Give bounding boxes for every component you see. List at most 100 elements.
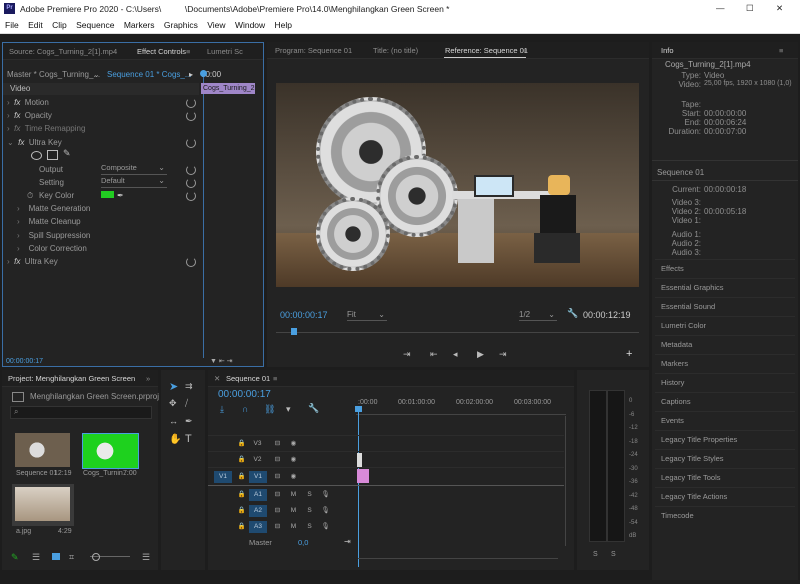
menu-edit[interactable]: Edit xyxy=(28,20,43,30)
solo-button[interactable]: S xyxy=(304,522,315,532)
sync-lock-icon[interactable]: ⊟ xyxy=(272,455,283,465)
panel-legacy-title-styles[interactable]: Legacy Title Styles xyxy=(661,454,724,463)
add-marker-icon[interactable]: ▾ xyxy=(286,404,291,415)
menu-window[interactable]: Window xyxy=(235,20,265,30)
track-v1-label[interactable]: V1 xyxy=(249,471,267,483)
effect-motion[interactable]: › fx Motion xyxy=(7,96,49,109)
pencil-icon[interactable]: ✎ xyxy=(11,552,19,563)
menu-icon[interactable]: ≡ xyxy=(523,46,527,55)
lock-icon[interactable]: 🔒 xyxy=(236,472,247,482)
ellipse-mask-icon[interactable] xyxy=(31,151,42,160)
panel-captions[interactable]: Captions xyxy=(661,397,691,406)
timeline-playhead[interactable] xyxy=(358,407,359,567)
track-a1-label[interactable]: A1 xyxy=(249,489,267,501)
menu-file[interactable]: File xyxy=(5,20,19,30)
effect-timecode[interactable]: 00:00:00:17 xyxy=(6,355,43,368)
reset-icon[interactable] xyxy=(186,191,196,201)
solo-right-button[interactable]: S xyxy=(611,551,616,558)
sequence-clip-label[interactable]: Sequence 01 * Cogs_... xyxy=(107,68,192,81)
thumb-ajpg[interactable] xyxy=(15,487,70,521)
razor-icon[interactable]: ⧸ xyxy=(185,398,188,409)
output-dropdown[interactable]: Composite ⌄ xyxy=(101,163,167,175)
track-v3-label[interactable]: V3 xyxy=(252,439,263,449)
spill-suppression[interactable]: › Spill Suppression xyxy=(17,229,90,242)
tab-title[interactable]: Title: (no title) xyxy=(373,46,418,55)
key-color-swatch[interactable] xyxy=(101,191,114,198)
matte-generation[interactable]: › Matte Generation xyxy=(17,202,90,215)
playhead-marker[interactable] xyxy=(200,70,207,77)
tab-reference[interactable]: Reference: Sequence 01 xyxy=(445,46,528,55)
reset-icon[interactable] xyxy=(186,165,196,175)
sync-lock-icon[interactable]: ⊟ xyxy=(272,490,283,500)
close-button[interactable]: ✕ xyxy=(776,3,783,14)
play-icon[interactable]: ▸ xyxy=(189,68,193,81)
lock-icon[interactable]: 🔒 xyxy=(236,506,247,516)
track-select-icon[interactable]: ⇉ xyxy=(185,381,193,392)
snap-icon[interactable]: ∩ xyxy=(242,404,248,414)
matte-cleanup[interactable]: › Matte Cleanup xyxy=(17,215,81,228)
color-correction[interactable]: › Color Correction xyxy=(17,242,87,255)
menu-sequence[interactable]: Sequence xyxy=(76,20,114,30)
menu-icon[interactable]: ≡ xyxy=(779,46,783,55)
lock-icon[interactable]: 🔒 xyxy=(236,439,247,449)
filter-icon[interactable]: ▼ ⇤ ⇥ xyxy=(210,357,233,365)
solo-button[interactable]: S xyxy=(304,506,315,516)
menu-view[interactable]: View xyxy=(207,20,225,30)
close-icon[interactable]: ✕ xyxy=(214,374,220,383)
tab-effect-controls[interactable]: Effect Controls xyxy=(137,47,186,56)
effect-ultra-key[interactable]: ⌄ fx Ultra Key xyxy=(7,136,62,149)
freeform-view-icon[interactable]: ⌗ xyxy=(69,552,74,563)
sync-lock-icon[interactable]: ⊟ xyxy=(272,472,283,482)
maximize-button[interactable]: ☐ xyxy=(746,3,754,14)
icon-view-icon[interactable] xyxy=(52,553,60,560)
panel-essential-sound[interactable]: Essential Sound xyxy=(661,302,715,311)
panel-lumetri-color[interactable]: Lumetri Color xyxy=(661,321,706,330)
go-to-in-icon[interactable]: ⇤ xyxy=(430,349,438,360)
type-tool-icon[interactable]: T xyxy=(185,433,192,445)
mute-button[interactable]: M xyxy=(288,490,299,500)
panel-timecode[interactable]: Timecode xyxy=(661,511,694,520)
setting-dropdown[interactable]: Default ⌄ xyxy=(101,176,167,188)
tab-info[interactable]: Info xyxy=(661,46,674,55)
solo-button[interactable]: S xyxy=(304,490,315,500)
tab-program[interactable]: Program: Sequence 01 xyxy=(275,46,352,55)
panel-essential-graphics[interactable]: Essential Graphics xyxy=(661,283,724,292)
list-view-icon[interactable]: ☰ xyxy=(32,552,40,563)
panel-metadata[interactable]: Metadata xyxy=(661,340,692,349)
sync-lock-icon[interactable]: ⊟ xyxy=(272,439,283,449)
horizontal-scrollbar[interactable] xyxy=(358,558,558,562)
panel-legacy-title-properties[interactable]: Legacy Title Properties xyxy=(661,435,737,444)
ripple-edit-icon[interactable]: ✥ xyxy=(169,398,177,409)
eye-icon[interactable]: ◉ xyxy=(288,439,299,449)
program-timecode[interactable]: 00:00:00:17 xyxy=(280,310,328,320)
tab-project[interactable]: Project: Menghilangkan Green Screen xyxy=(8,374,135,383)
effect-time-remapping[interactable]: › fx Time Remapping xyxy=(7,122,85,135)
sync-lock-icon[interactable]: ⊟ xyxy=(272,506,283,516)
menu-clip[interactable]: Clip xyxy=(52,20,67,30)
mark-in-icon[interactable]: ⇥ xyxy=(403,349,411,360)
wrench-icon[interactable]: 🔧 xyxy=(567,308,578,319)
menu-graphics[interactable]: Graphics xyxy=(164,20,198,30)
reset-icon[interactable] xyxy=(186,98,196,108)
resolution-dropdown[interactable]: 1/2 ⌄ xyxy=(519,310,557,321)
track-a3-label[interactable]: A3 xyxy=(249,521,267,533)
go-to-end-icon[interactable]: ⇥ xyxy=(344,537,351,546)
thumb-cogs[interactable] xyxy=(82,433,139,469)
master-clip-label[interactable]: Master * Cogs_Turning_... xyxy=(7,68,100,81)
timeline-playhead-head[interactable] xyxy=(355,406,362,412)
expand-icon[interactable]: » xyxy=(146,374,150,383)
lock-icon[interactable]: 🔒 xyxy=(236,522,247,532)
hand-tool-icon[interactable]: ✋ xyxy=(169,434,181,445)
slip-tool-icon[interactable]: ↔ xyxy=(169,416,178,426)
add-button[interactable]: + xyxy=(626,348,632,360)
time-ruler[interactable] xyxy=(356,410,566,415)
selection-tool-icon[interactable]: ➤ xyxy=(169,380,178,393)
vertical-scrollbar[interactable] xyxy=(565,416,570,546)
minimize-button[interactable]: — xyxy=(716,3,725,13)
eyedropper-icon[interactable]: ✒ xyxy=(117,189,124,202)
tab-lumetri-scopes[interactable]: Lumetri Sc xyxy=(207,47,243,56)
menu-icon[interactable]: ≡ xyxy=(186,47,190,56)
play-icon[interactable]: ▶ xyxy=(477,349,484,360)
zoom-slider-handle[interactable] xyxy=(92,553,100,561)
clip-chip[interactable]: Cogs_Turning_2 xyxy=(201,83,255,94)
